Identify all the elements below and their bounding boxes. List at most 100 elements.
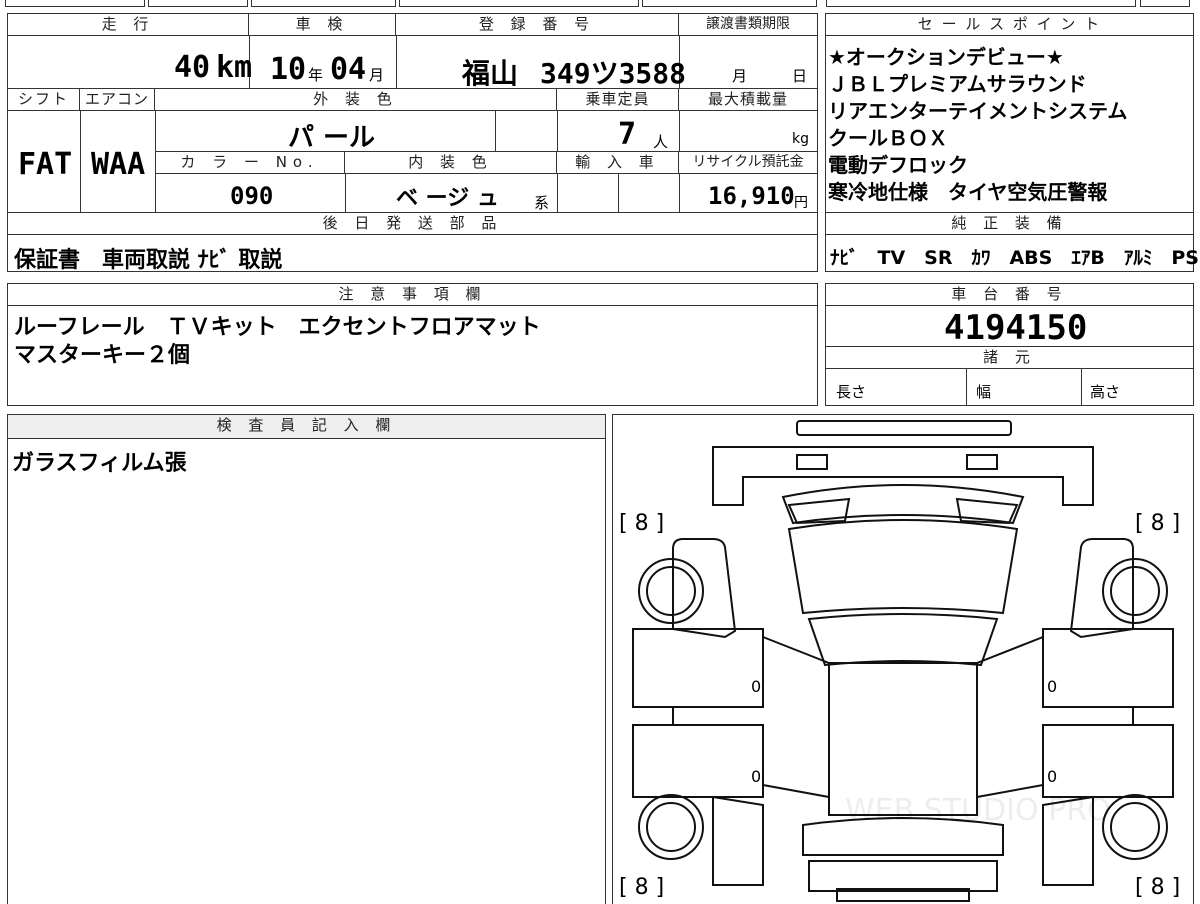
- later-parts-value: 保証書 車両取説 ﾅﾋﾞ 取説: [14, 248, 283, 273]
- rear-light-left: [796, 454, 828, 470]
- sales-points-list: ★オークションデビュー★ ＪＢＬプレミアムサラウンド リアエンターテイメントシス…: [828, 44, 1127, 206]
- wheel-rear-left-inner: [646, 566, 696, 616]
- color-no-value: 090: [230, 182, 274, 210]
- sales-point: リアエンターテイメントシステム: [828, 99, 1128, 123]
- recycle-fee-value: 16,910: [708, 182, 795, 210]
- header-inspector: 検 査 員 記 入 欄: [8, 415, 605, 439]
- inspector-panel: 検 査 員 記 入 欄 ガラスフィルム張: [7, 414, 606, 904]
- tire-rear-right-score: [ 8 ]: [1135, 511, 1181, 536]
- wheel-rear-right-inner: [1110, 566, 1160, 616]
- inspection-year: 10: [270, 52, 307, 87]
- chassis-no-value: 4194150: [944, 308, 1088, 348]
- capacity-unit: 人: [653, 133, 669, 151]
- door-rear-right-score: 0: [1047, 677, 1058, 696]
- front-grille: [808, 860, 998, 892]
- rear-light-right: [966, 454, 998, 470]
- tire-front-left-score: [ 8 ]: [619, 875, 665, 900]
- door-rear-right: [1042, 628, 1174, 708]
- top-strip: [826, 0, 1136, 7]
- door-rear-left: [632, 628, 764, 708]
- tire-rear-left-score: [ 8 ]: [619, 511, 665, 536]
- header-inspection: 車 検: [249, 14, 396, 36]
- watermark: WEB STUDIO PRO: [845, 793, 1111, 828]
- sales-point: 寒冷地仕様 タイヤ空気圧警報: [828, 180, 1108, 204]
- notes-text: ルーフレール ＴＶキット エクセントフロアマット マスターキー２個: [14, 314, 541, 370]
- inspection-month: 04: [330, 52, 367, 87]
- sales-point: クールＢＯＸ: [828, 126, 948, 150]
- door-front-left: [632, 724, 764, 798]
- plate-region: 福山: [462, 57, 519, 90]
- top-strip: [251, 0, 396, 7]
- header-import: 輸 入 車: [557, 152, 679, 174]
- top-strip: [642, 0, 817, 7]
- aircon-value: WAA: [91, 147, 146, 182]
- header-notes: 注 意 事 項 欄: [8, 284, 817, 306]
- vehicle-info-grid: 走 行 車 検 登 録 番 号 譲渡書類期限 40 km 10 年 04 月 福…: [7, 13, 818, 273]
- sales-point: ★オークションデビュー★: [828, 45, 1064, 69]
- rear-glass: [787, 519, 1019, 615]
- note-line: ルーフレール ＴＶキット エクセントフロアマット: [14, 315, 541, 340]
- top-strip: [1140, 0, 1190, 7]
- deadline-day-unit: 日: [792, 67, 808, 85]
- door-front-right-score: 0: [1047, 767, 1058, 786]
- sales-points-panel: セ ー ル ス ポ イ ン ト ★オークションデビュー★ ＪＢＬプレミアムサラウ…: [825, 13, 1200, 272]
- plate-number: 349ツ3588: [540, 57, 687, 90]
- header-max-load: 最大積載量: [679, 89, 817, 111]
- inspection-month-unit: 月: [369, 66, 385, 84]
- roof: [807, 613, 999, 667]
- door-front-right: [1042, 724, 1174, 798]
- rear-bumper: [712, 446, 1094, 506]
- body-rear-right: [1069, 538, 1134, 639]
- header-chassis-no: 車 台 番 号: [826, 284, 1193, 306]
- top-strip: [148, 0, 248, 7]
- header-specs: 諸 元: [826, 347, 1193, 369]
- top-strip: [399, 0, 639, 7]
- interior-color-value: ベ ージ ュ: [396, 186, 499, 211]
- recycle-fee-unit: 円: [794, 195, 808, 211]
- header-aircon: エアコン: [80, 89, 155, 111]
- body-rear-left: [672, 538, 737, 639]
- inspection-year-unit: 年: [308, 66, 324, 84]
- header-genuine-equipment: 純 正 装 備: [826, 213, 1193, 235]
- header-color-no: カ ラ ー No.: [155, 152, 345, 174]
- header-sales-points: セ ー ル ス ポ イ ン ト: [826, 14, 1193, 36]
- top-strip: [5, 0, 145, 7]
- tire-front-right-score: [ 8 ]: [1135, 875, 1181, 900]
- header-recycle: リサイクル預託金: [679, 152, 817, 174]
- pillar-right: [976, 636, 1044, 799]
- header-shift: シフト: [8, 89, 80, 111]
- shift-value: FAT: [18, 147, 73, 182]
- sales-point: 電動デフロック: [828, 153, 968, 177]
- header-exterior-color: 外 装 色: [155, 89, 557, 111]
- vehicle-diagram-panel: [ 8 ] [ 8 ] [ 8 ] [ 8 ] 0 0 0 0 WEB STUD…: [612, 414, 1194, 904]
- wheel-front-left: [638, 794, 704, 860]
- wheel-front-left-inner: [646, 802, 696, 852]
- header-mileage: 走 行: [8, 14, 249, 36]
- inspector-note: ガラスフィルム張: [12, 451, 187, 476]
- genuine-equipment-value: ﾅﾋﾞ TV SR ｶﾜ ABS ｴｱB ｱﾙﾐ PS PW: [830, 247, 1200, 269]
- header-capacity: 乗車定員: [557, 89, 679, 111]
- mileage-value: 40: [174, 50, 211, 85]
- header-transfer-deadline: 譲渡書類期限: [679, 14, 817, 36]
- length-label: 長さ: [836, 383, 867, 401]
- wheel-front-right-inner: [1110, 802, 1160, 852]
- notes-panel: 注 意 事 項 欄 ルーフレール ＴＶキット エクセントフロアマット マスターキ…: [7, 283, 818, 406]
- door-rear-left-score: 0: [751, 677, 762, 696]
- header-registration: 登 録 番 号: [396, 14, 679, 36]
- interior-color-suffix: 系: [534, 194, 550, 212]
- header-interior-color: 内 装 色: [345, 152, 557, 174]
- max-load-unit: kg: [792, 131, 809, 147]
- pillar-left: [762, 636, 830, 799]
- fender-front-left: [712, 795, 764, 886]
- height-label: 高さ: [1090, 383, 1121, 401]
- roof-bar: [796, 420, 1012, 436]
- door-front-left-score: 0: [751, 767, 762, 786]
- width-label: 幅: [976, 383, 992, 401]
- note-line: マスターキー２個: [14, 343, 191, 368]
- capacity-value: 7: [618, 117, 637, 152]
- vehicle-diagram: [632, 420, 1174, 902]
- sales-point: ＪＢＬプレミアムサラウンド: [828, 72, 1087, 96]
- wheel-rear-right: [1102, 558, 1168, 624]
- rear-window: [781, 484, 1025, 525]
- deadline-month-unit: 月: [732, 67, 748, 85]
